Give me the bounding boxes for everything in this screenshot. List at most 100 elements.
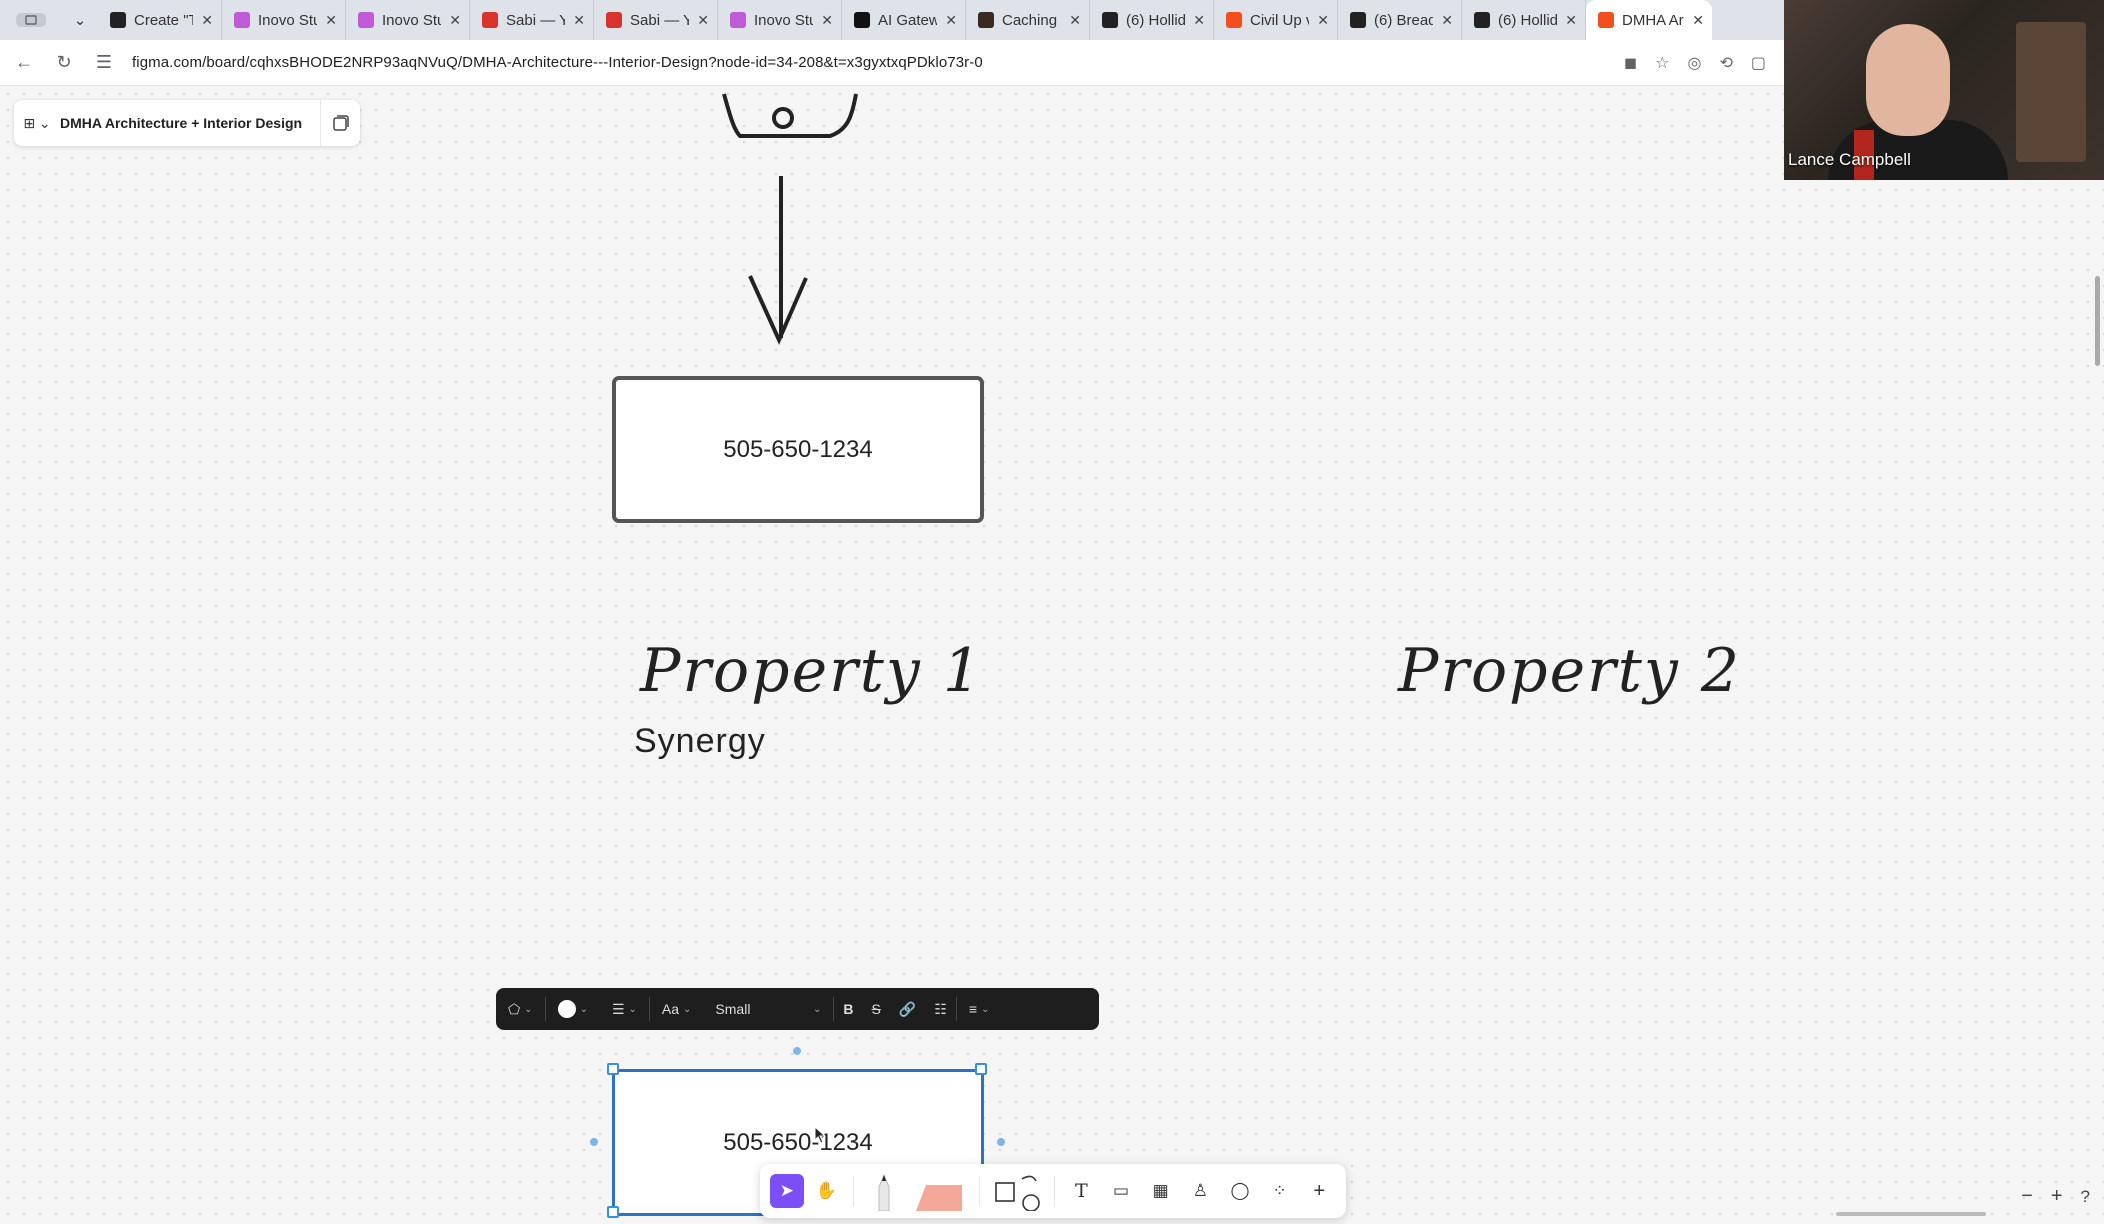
back-icon[interactable]: ← bbox=[8, 47, 40, 79]
figma-canvas[interactable]: ⊞ ⌄ DMHA Architecture + Interior Design … bbox=[0, 86, 2104, 1224]
resize-handle-bl[interactable] bbox=[607, 1206, 619, 1218]
stamp-tool-icon[interactable]: ♙ bbox=[1184, 1174, 1218, 1208]
browser-tab[interactable]: (6) Hollid ✕ bbox=[1462, 0, 1586, 40]
tab-close-icon[interactable]: ✕ bbox=[1193, 12, 1205, 29]
help-button[interactable]: ? bbox=[2081, 1187, 2090, 1207]
tab-close-icon[interactable]: ✕ bbox=[325, 12, 337, 29]
participant-name: Lance Campbell bbox=[1788, 150, 1911, 169]
participant-avatar bbox=[1866, 24, 1950, 136]
bold-button[interactable]: B bbox=[834, 988, 862, 1030]
tab-favicon-icon bbox=[978, 12, 994, 28]
horizontal-scrollbar[interactable] bbox=[1836, 1212, 1986, 1216]
section-tool-icon[interactable]: ▭ bbox=[1104, 1174, 1138, 1208]
tab-group-icon[interactable] bbox=[0, 0, 62, 40]
hand-tool-icon[interactable]: ✋ bbox=[810, 1174, 844, 1208]
tab-close-icon[interactable]: ✕ bbox=[1069, 12, 1081, 29]
tab-close-icon[interactable]: ✕ bbox=[573, 12, 585, 29]
tab-close-icon[interactable]: ✕ bbox=[1565, 12, 1577, 29]
tab-close-icon[interactable]: ✕ bbox=[1441, 12, 1453, 29]
comment-tool-icon[interactable]: ◯ bbox=[1223, 1174, 1257, 1208]
browser-tab[interactable]: Sabi — Yo ✕ bbox=[594, 0, 718, 40]
shape-tool-icon[interactable] bbox=[990, 1174, 1043, 1211]
address-bar: ← ↻ ☰ figma.com/board/cqhxsBHODE2NRP93aq… bbox=[0, 40, 1784, 86]
table-tool-icon[interactable]: ▦ bbox=[1144, 1174, 1178, 1208]
vertical-scrollbar[interactable] bbox=[2095, 276, 2100, 366]
sync-icon[interactable]: ⟲ bbox=[1719, 53, 1732, 73]
browser-tab[interactable]: Inovo Stu ✕ bbox=[346, 0, 470, 40]
browser-tab[interactable]: Inovo Stu ✕ bbox=[718, 0, 842, 40]
reload-icon[interactable]: ↻ bbox=[48, 47, 80, 79]
bottom-toolbar: ➤ ✋ T ▭ ▦ ♙ ◯ ⁘ + bbox=[760, 1164, 1346, 1218]
tab-close-icon[interactable]: ✕ bbox=[945, 12, 957, 29]
url-field[interactable]: figma.com/board/cqhxsBHODE2NRP93aqNVuQ/D… bbox=[132, 54, 1624, 71]
select-tool-icon[interactable]: ➤ bbox=[770, 1174, 804, 1208]
tab-title: Caching | bbox=[1002, 11, 1062, 29]
tab-close-icon[interactable]: ✕ bbox=[201, 12, 213, 29]
bookmark-star-icon[interactable]: ☆ bbox=[1655, 53, 1669, 73]
phone-box-top[interactable]: 505-650-1234 bbox=[612, 376, 984, 523]
browser-tab-bar: ⌄ Create "T✕Inovo Stu✕Inovo Stu✕Sabi — Y… bbox=[0, 0, 1784, 40]
tab-close-icon[interactable]: ✕ bbox=[821, 12, 833, 29]
strikethrough-button[interactable]: S bbox=[863, 988, 890, 1030]
text-style-button[interactable]: Aa ⌄ bbox=[650, 988, 704, 1030]
panel-toggle-icon[interactable] bbox=[320, 100, 360, 146]
tab-close-icon[interactable]: ✕ bbox=[1692, 12, 1704, 29]
tab-favicon-icon bbox=[606, 12, 622, 28]
browser-tab[interactable]: Civil Up v ✕ bbox=[1214, 0, 1338, 40]
synergy-label[interactable]: Synergy bbox=[634, 722, 766, 761]
figma-menu-icon[interactable]: ⊞ ⌄ bbox=[14, 115, 60, 132]
password-icon[interactable]: ◎ bbox=[1688, 53, 1702, 73]
stroke-button[interactable]: ☰ ⌄ bbox=[600, 988, 649, 1030]
tab-title: Inovo Stu bbox=[754, 11, 814, 29]
tab-favicon-icon bbox=[1598, 12, 1614, 28]
extension-icon[interactable]: ◼ bbox=[1624, 53, 1637, 73]
sketch-arrow-drawing bbox=[722, 93, 858, 345]
widgets-tool-icon[interactable]: ⁘ bbox=[1263, 1174, 1297, 1208]
file-name[interactable]: DMHA Architecture + Interior Design bbox=[60, 115, 320, 131]
tab-title: Sabi — Yo bbox=[506, 11, 565, 29]
tab-title: (6) Hollid bbox=[1126, 11, 1186, 29]
tab-title: DMHA Ar bbox=[1622, 11, 1684, 29]
zoom-in-button[interactable]: + bbox=[2051, 1185, 2063, 1208]
tab-search-chevron-icon[interactable]: ⌄ bbox=[62, 0, 98, 40]
browser-tab[interactable]: Caching | ✕ bbox=[966, 0, 1090, 40]
connector-handle-top[interactable] bbox=[793, 1047, 801, 1055]
browser-tab[interactable]: AI Gatew ✕ bbox=[842, 0, 966, 40]
browser-tab[interactable]: DMHA Ar ✕ bbox=[1586, 0, 1712, 40]
phone-number-text: 505-650-1234 bbox=[723, 435, 873, 463]
tab-close-icon[interactable]: ✕ bbox=[449, 12, 461, 29]
resize-handle-tr[interactable] bbox=[975, 1063, 987, 1075]
shape-picker-button[interactable]: ⬠ ⌄ bbox=[496, 988, 545, 1030]
browser-tab[interactable]: (6) Bread ✕ bbox=[1338, 0, 1462, 40]
fill-color-button[interactable]: ⌄ bbox=[546, 988, 600, 1030]
more-tools-icon[interactable]: + bbox=[1302, 1174, 1336, 1208]
browser-tab[interactable]: Inovo Stu ✕ bbox=[222, 0, 346, 40]
font-size-select[interactable]: Small ⌄ bbox=[703, 988, 833, 1030]
text-align-button[interactable]: ≡ ⌄ bbox=[957, 988, 1002, 1030]
tab-favicon-icon bbox=[1350, 12, 1366, 28]
cursor-icon bbox=[814, 1126, 827, 1144]
zoom-out-button[interactable]: − bbox=[2021, 1185, 2033, 1208]
property-1-label[interactable]: Property 1 bbox=[640, 636, 983, 706]
tab-close-icon[interactable]: ✕ bbox=[1317, 12, 1329, 29]
connector-handle-right[interactable] bbox=[997, 1138, 1005, 1146]
screen-share-icon[interactable]: ▢ bbox=[1751, 53, 1766, 73]
tab-favicon-icon bbox=[358, 12, 374, 28]
phone-number-text-selected: 505-650-1234 bbox=[723, 1128, 873, 1156]
tab-title: AI Gatew bbox=[878, 11, 938, 29]
connector-handle-left[interactable] bbox=[590, 1138, 598, 1146]
browser-tab[interactable]: Sabi — Yo ✕ bbox=[470, 0, 594, 40]
highlighter-tool-icon[interactable] bbox=[910, 1174, 969, 1211]
browser-tab[interactable]: (6) Hollid ✕ bbox=[1090, 0, 1214, 40]
marker-tool-icon[interactable] bbox=[864, 1173, 904, 1211]
tab-title: (6) Hollid bbox=[1498, 11, 1558, 29]
tab-close-icon[interactable]: ✕ bbox=[697, 12, 709, 29]
browser-tab[interactable]: Create "T ✕ bbox=[98, 0, 222, 40]
text-tool-icon[interactable]: T bbox=[1065, 1174, 1099, 1208]
tab-favicon-icon bbox=[854, 12, 870, 28]
bulleted-list-icon[interactable]: ☷ bbox=[925, 988, 956, 1030]
link-icon[interactable]: 🔗 bbox=[890, 988, 925, 1030]
site-info-icon[interactable]: ☰ bbox=[88, 47, 120, 79]
property-2-label[interactable]: Property 2 bbox=[1398, 636, 1741, 706]
resize-handle-tl[interactable] bbox=[607, 1063, 619, 1075]
